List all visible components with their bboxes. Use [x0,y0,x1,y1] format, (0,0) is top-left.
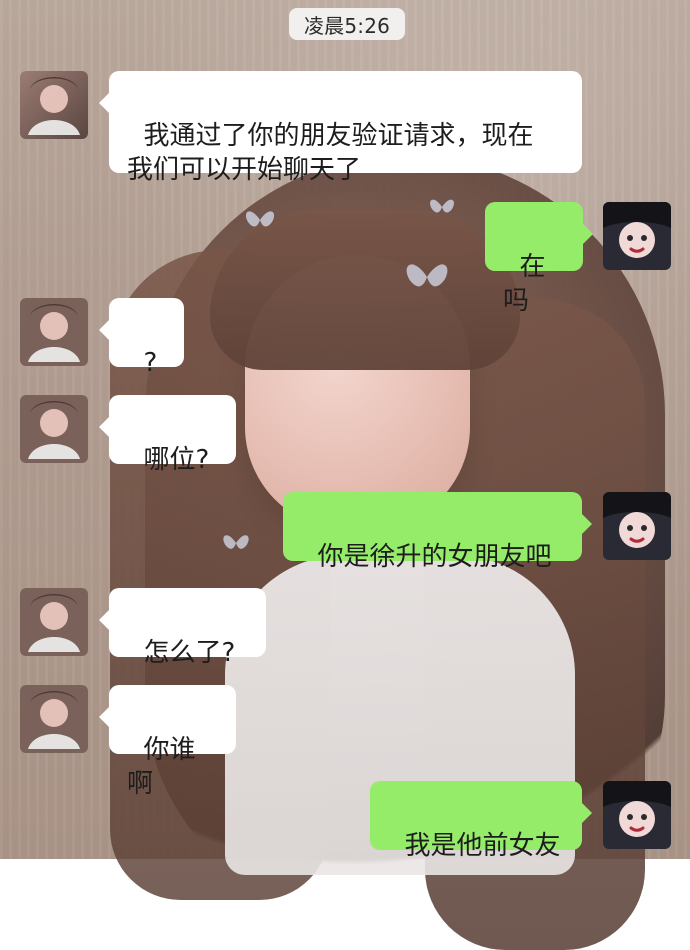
avatar-photo [20,298,88,366]
avatar-right[interactable] [603,492,671,560]
butterfly-icon [218,525,254,561]
butterfly-icon [398,248,456,306]
avatar-right[interactable] [603,781,671,849]
avatar-drawing [603,202,671,270]
avatar-photo [20,395,88,463]
message-text: 哪位? [143,445,210,475]
avatar-left[interactable] [20,71,88,139]
butterfly-icon [240,200,280,240]
message-bubble-left: 我通过了你的朋友验证请求，现在 我们可以开始聊天了 [99,71,582,185]
avatar-drawing [603,781,671,849]
message-bubble-right: 你是徐升的女朋友吧 [283,492,592,572]
avatar-photo [20,685,88,753]
message-text: 你是徐升的女朋友吧 [317,542,552,572]
avatar-left[interactable] [20,298,88,366]
avatar-photo [20,71,88,139]
message-bubble-right: 我是他前女友 [370,781,592,861]
message-bubble-right: 在吗 [485,202,593,316]
message-bubble-left: 你谁啊 [99,685,236,799]
message-bubble-left: ? [99,298,184,378]
message-bubble-left: 怎么了? [99,588,266,668]
avatar-left[interactable] [20,685,88,753]
avatar-left[interactable] [20,588,88,656]
message-text: 怎么了? [143,638,236,668]
timestamp-pill: 凌晨5:26 [289,8,405,40]
message-text: ? [143,348,158,378]
avatar-right[interactable] [603,202,671,270]
avatar-left[interactable] [20,395,88,463]
butterfly-icon [425,190,459,224]
avatar-photo [20,588,88,656]
message-bubble-left: 哪位? [99,395,236,475]
avatar-drawing [603,492,671,560]
message-text: 我是他前女友 [404,831,561,861]
timestamp-text: 凌晨5:26 [303,13,391,38]
